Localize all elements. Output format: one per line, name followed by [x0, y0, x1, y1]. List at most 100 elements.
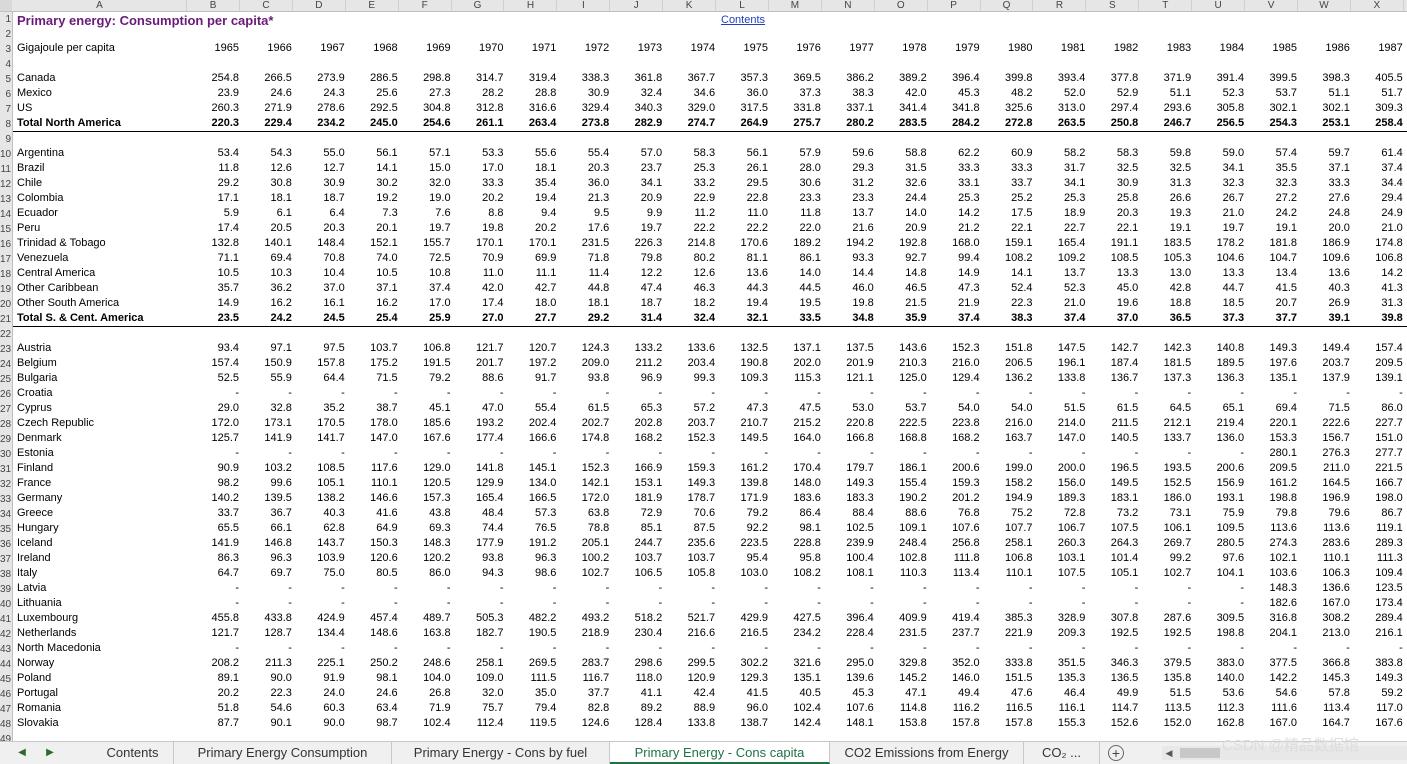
- value-cell[interactable]: 137.9: [1298, 371, 1350, 386]
- value-cell[interactable]: 30.2: [346, 176, 397, 191]
- value-cell[interactable]: 227.7: [1351, 416, 1403, 431]
- row-label-cell[interactable]: Central America: [17, 266, 95, 281]
- value-cell[interactable]: -: [716, 641, 768, 656]
- column-header-o[interactable]: O: [875, 0, 928, 11]
- row-header[interactable]: 47: [0, 702, 12, 717]
- row-label-cell[interactable]: Brazil: [17, 161, 45, 176]
- value-cell[interactable]: 261.1: [452, 116, 504, 131]
- column-header-x[interactable]: X: [1351, 0, 1404, 11]
- value-cell[interactable]: 135.8: [1139, 671, 1192, 686]
- value-cell[interactable]: 167.0: [1245, 716, 1297, 731]
- value-cell[interactable]: 220.3: [187, 116, 239, 131]
- value-cell[interactable]: 181.5: [1139, 356, 1192, 371]
- value-cell[interactable]: -: [557, 446, 610, 461]
- value-cell[interactable]: 120.2: [399, 551, 451, 566]
- sheet-tab[interactable]: Primary Energy - Cons by fuel: [392, 742, 610, 764]
- value-cell[interactable]: 25.6: [346, 86, 397, 101]
- value-cell[interactable]: 14.1: [346, 161, 397, 176]
- value-cell[interactable]: 192.5: [1139, 626, 1192, 641]
- column-header-t[interactable]: T: [1139, 0, 1193, 11]
- value-cell[interactable]: 14.9: [187, 296, 239, 311]
- value-cell[interactable]: 196.5: [1086, 461, 1139, 476]
- value-cell[interactable]: 119.1: [1351, 521, 1403, 536]
- value-cell[interactable]: 148.4: [293, 236, 345, 251]
- row-label-cell[interactable]: Finland: [17, 461, 53, 476]
- value-cell[interactable]: 193.2: [452, 416, 504, 431]
- value-cell[interactable]: 64.7: [187, 566, 239, 581]
- value-cell[interactable]: 24.0: [293, 686, 344, 701]
- value-cell[interactable]: -: [663, 596, 715, 611]
- row-header[interactable]: 38: [0, 567, 12, 582]
- value-cell[interactable]: 104.7: [1245, 251, 1297, 266]
- value-cell[interactable]: 30.9: [293, 176, 344, 191]
- value-cell[interactable]: 125.0: [875, 371, 927, 386]
- value-cell[interactable]: 42.4: [663, 686, 715, 701]
- row-label-cell[interactable]: Venezuela: [17, 251, 68, 266]
- value-cell[interactable]: 37.7: [1245, 311, 1297, 326]
- value-cell[interactable]: 47.3: [716, 401, 768, 416]
- value-cell[interactable]: 9.4: [504, 206, 556, 221]
- value-cell[interactable]: 102.4: [769, 701, 821, 716]
- row-label-cell[interactable]: Trinidad & Tobago: [17, 236, 106, 251]
- value-cell[interactable]: -: [1033, 581, 1086, 596]
- value-cell[interactable]: -: [610, 596, 663, 611]
- value-cell[interactable]: 139.5: [240, 491, 292, 506]
- value-cell[interactable]: 337.1: [822, 101, 874, 116]
- value-cell[interactable]: 149.3: [1351, 671, 1403, 686]
- column-header-m[interactable]: M: [769, 0, 822, 11]
- value-cell[interactable]: 211.5: [1086, 416, 1139, 431]
- value-cell[interactable]: 33.5: [769, 311, 820, 326]
- value-cell[interactable]: -: [1139, 386, 1192, 401]
- value-cell[interactable]: 35.4: [504, 176, 556, 191]
- value-cell[interactable]: 42.8: [1139, 281, 1191, 296]
- value-cell[interactable]: 153.8: [875, 716, 927, 731]
- value-cell[interactable]: 22.8: [716, 191, 768, 206]
- prev-sheet-icon[interactable]: ◀: [14, 745, 30, 761]
- value-cell[interactable]: 219.4: [1192, 416, 1245, 431]
- value-cell[interactable]: 505.3: [452, 611, 504, 626]
- value-cell[interactable]: 55.9: [240, 371, 291, 386]
- value-cell[interactable]: 201.9: [822, 356, 874, 371]
- value-cell[interactable]: 98.7: [346, 716, 397, 731]
- value-cell[interactable]: 229.4: [240, 116, 292, 131]
- row-label-cell[interactable]: Hungary: [17, 521, 59, 536]
- value-cell[interactable]: 13.0: [1139, 266, 1191, 281]
- value-cell[interactable]: -: [1245, 641, 1297, 656]
- value-cell[interactable]: 69.7: [240, 566, 291, 581]
- row-header[interactable]: 24: [0, 357, 12, 372]
- value-cell[interactable]: 166.5: [504, 491, 557, 506]
- value-cell[interactable]: 139.6: [822, 671, 874, 686]
- value-cell[interactable]: 108.2: [769, 566, 821, 581]
- value-cell[interactable]: 87.7: [187, 716, 239, 731]
- value-cell[interactable]: 37.1: [346, 281, 397, 296]
- value-cell[interactable]: 88.6: [875, 506, 926, 521]
- value-cell[interactable]: 174.8: [557, 431, 610, 446]
- value-cell[interactable]: 167.6: [399, 431, 451, 446]
- value-cell[interactable]: 141.9: [187, 536, 239, 551]
- value-cell[interactable]: 89.1: [187, 671, 239, 686]
- value-cell[interactable]: 155.3: [1033, 716, 1086, 731]
- value-cell[interactable]: 149.3: [663, 476, 716, 491]
- row-label-cell[interactable]: Mexico: [17, 86, 52, 101]
- value-cell[interactable]: 165.4: [452, 491, 504, 506]
- row-header[interactable]: 28: [0, 417, 12, 432]
- value-cell[interactable]: 129.9: [452, 476, 504, 491]
- value-cell[interactable]: 26.8: [399, 686, 450, 701]
- value-cell[interactable]: 119.5: [504, 716, 557, 731]
- value-cell[interactable]: -: [769, 386, 821, 401]
- value-cell[interactable]: 145.3: [1298, 671, 1350, 686]
- value-cell[interactable]: 137.1: [769, 341, 821, 356]
- value-cell[interactable]: 36.0: [557, 176, 609, 191]
- value-cell[interactable]: 245.0: [346, 116, 398, 131]
- value-cell[interactable]: 194.9: [981, 491, 1033, 506]
- row-header[interactable]: 39: [0, 582, 12, 597]
- value-cell[interactable]: 71.5: [1298, 401, 1349, 416]
- value-cell[interactable]: 32.1: [716, 311, 768, 326]
- value-cell[interactable]: -: [928, 446, 980, 461]
- row-header[interactable]: 36: [0, 537, 12, 552]
- value-cell[interactable]: 145.1: [504, 461, 557, 476]
- value-cell[interactable]: 52.9: [1086, 86, 1138, 101]
- value-cell[interactable]: 109.5: [1192, 521, 1245, 536]
- value-cell[interactable]: 41.6: [346, 506, 397, 521]
- value-cell[interactable]: 27.7: [504, 311, 556, 326]
